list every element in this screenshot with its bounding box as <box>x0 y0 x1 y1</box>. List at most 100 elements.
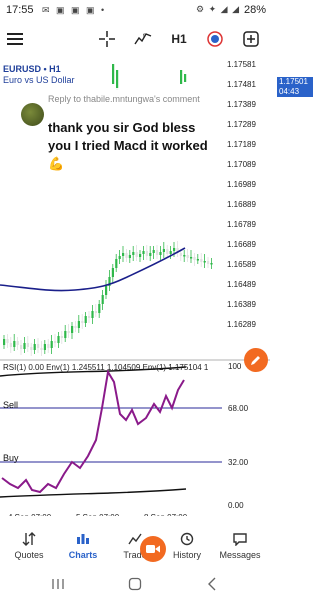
time-tick-label: 5 Sep 07:00 <box>76 513 120 516</box>
one-click-trading-button[interactable] <box>204 27 226 51</box>
time-tick-label: 4 Sep 07:00 <box>8 513 52 516</box>
candle-body <box>88 316 91 318</box>
candle-body <box>40 348 43 350</box>
trading-toggle-icon <box>207 31 223 47</box>
candle-body <box>169 251 172 254</box>
chart-toolbar: f H1 <box>0 22 270 56</box>
candle-body <box>145 251 148 256</box>
timeframe-button[interactable]: H1 <box>168 27 190 51</box>
candle-body <box>128 255 131 258</box>
candle-body <box>149 253 152 256</box>
home-button[interactable] <box>123 576 147 592</box>
record-button[interactable] <box>140 536 166 562</box>
nav-quotes-label: Quotes <box>14 550 44 560</box>
price-tick-label: 1.16889 <box>227 200 256 209</box>
candle-body <box>183 255 186 257</box>
nav-history-label: History <box>172 550 201 560</box>
new-order-button[interactable] <box>240 27 262 51</box>
nav-messages[interactable]: Messages <box>213 530 267 566</box>
price-tick-label: 1.16589 <box>227 260 256 269</box>
candle-body <box>184 74 187 82</box>
candle-body <box>57 336 60 343</box>
crosshair-icon <box>99 31 115 47</box>
charts-icon <box>77 534 89 544</box>
candle-body <box>116 70 119 90</box>
nav-charts-label: Charts <box>68 550 98 560</box>
nav-history[interactable]: History <box>160 530 214 566</box>
draw-button[interactable] <box>244 348 268 372</box>
history-icon <box>180 532 194 546</box>
symbol-label: EURUSD • H1 <box>3 64 61 74</box>
candle-body <box>159 252 162 255</box>
menu-button[interactable] <box>4 27 26 51</box>
candle-body <box>9 343 12 347</box>
candle-body <box>64 331 67 338</box>
candle-body <box>210 263 213 265</box>
candle-body <box>190 257 193 259</box>
candle-body <box>81 321 84 323</box>
price-tick-label: 1.16389 <box>227 300 256 309</box>
candle-body <box>30 347 33 350</box>
recent-apps-icon <box>52 579 64 589</box>
candle-body <box>166 249 169 254</box>
nav-quotes[interactable]: Quotes <box>2 530 56 566</box>
candle-body <box>47 344 50 348</box>
price-tick-label: 1.16789 <box>227 220 256 229</box>
price-tick-label: 1.17581 <box>227 60 256 69</box>
candle-body <box>98 304 101 313</box>
comment-text: thank you sir God bless you I tried Macd… <box>48 120 208 171</box>
candle-body <box>118 256 121 259</box>
rsi-axis: 100 68.00 32.00 0.00 <box>228 362 249 510</box>
video-camera-icon <box>146 545 160 553</box>
bottom-navigation: Quotes Charts Trade History Messages <box>0 528 270 568</box>
candle-body <box>193 257 196 260</box>
envelope-lower-line <box>0 488 187 498</box>
rsi-line <box>1 369 185 494</box>
crosshair-button[interactable] <box>96 27 118 51</box>
price-tick-label: 1.17481 <box>227 80 256 89</box>
candle-body <box>105 286 108 295</box>
candle-body <box>20 345 23 349</box>
candle-body <box>125 253 128 258</box>
candle-body <box>67 331 70 333</box>
battery-level: 28% <box>243 4 266 16</box>
rsi-tick-label: 100 <box>228 362 242 371</box>
comment-overlay: Reply to thabile.mntungwa's comment than… <box>16 88 216 174</box>
candle-body <box>33 344 36 350</box>
candle-body <box>156 250 159 255</box>
avatar <box>21 103 44 126</box>
indicators-button[interactable]: f <box>132 27 154 51</box>
candle-body <box>13 341 16 347</box>
candle-body <box>200 259 203 262</box>
candle-body <box>50 341 53 348</box>
candle-body <box>162 249 165 252</box>
candle-body <box>115 259 118 268</box>
comment-reply-header: Reply to thabile.mntungwa's comment <box>48 94 200 104</box>
candle-body <box>6 339 9 343</box>
nav-charts[interactable]: Charts <box>56 530 110 566</box>
rsi-indicator-label: RSI(1) 0.00 Env(1) 1.245511 1.104509 Env… <box>3 363 209 372</box>
price-tick-label: 1.16989 <box>227 180 256 189</box>
candle-body <box>122 253 125 256</box>
price-tick-label: 1.16489 <box>227 280 256 289</box>
candle-body <box>37 344 40 348</box>
rsi-tick-label: 32.00 <box>228 458 249 467</box>
candle-body <box>111 268 114 277</box>
recent-apps-button[interactable] <box>46 576 70 592</box>
candle-body <box>43 344 46 350</box>
price-tick-label: 1.17289 <box>227 120 256 129</box>
buy-level-label: Buy <box>3 453 19 463</box>
time-axis: 4 Sep 07:00 5 Sep 07:00 8 Sep 07:00 <box>8 513 188 516</box>
candle-body <box>180 70 183 84</box>
price-tick-label: 1.17189 <box>227 140 256 149</box>
back-button[interactable] <box>200 576 224 592</box>
candle-body <box>101 295 104 304</box>
system-navigation-bar <box>0 568 270 600</box>
candle-body <box>91 311 94 318</box>
candle-body <box>74 326 77 328</box>
current-price-badge: 1.17501 04:43 <box>277 77 313 97</box>
messages-icon <box>233 533 247 546</box>
candle-body <box>60 336 63 338</box>
status-time: 17:55 <box>6 4 34 16</box>
candle-body <box>186 255 189 258</box>
